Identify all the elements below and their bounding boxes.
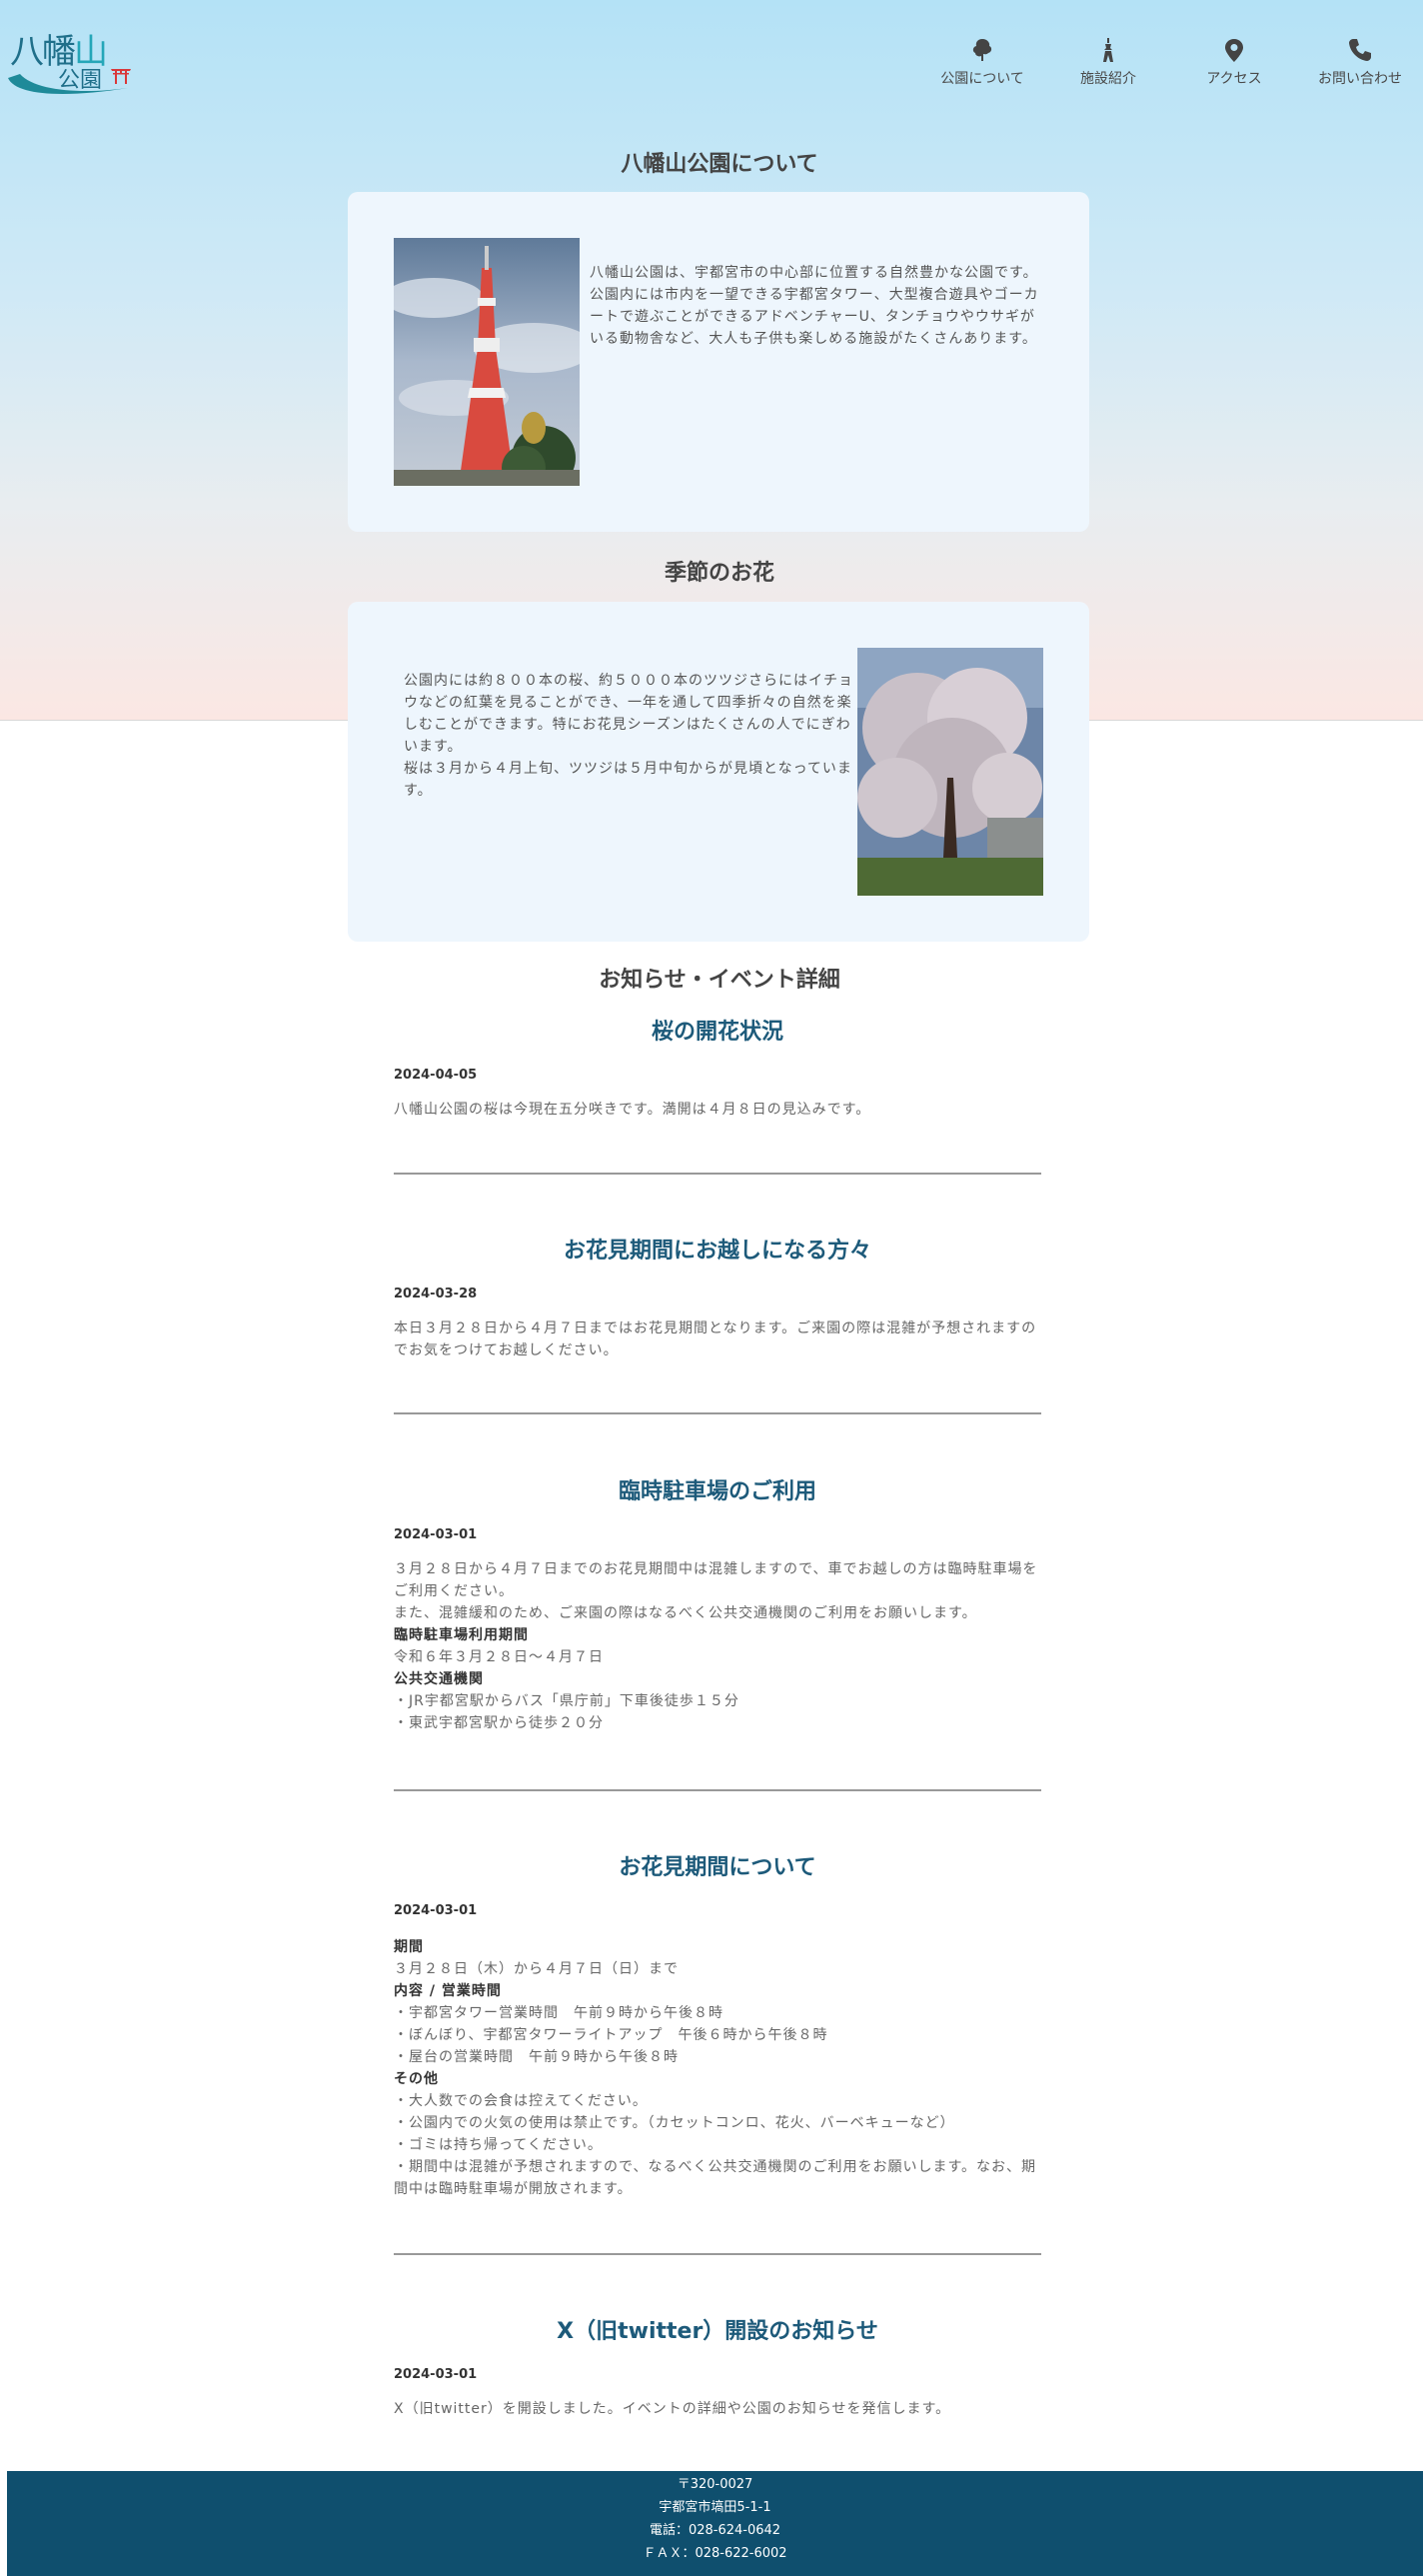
news-line: ・期間中は混雑が予想されますので、なるべく公共交通機関のご利用をお願いします。な… (394, 2159, 1037, 2197)
news-line: ・宇都宮タワー営業時間 午前９時から午後８時 (394, 2005, 723, 2021)
news-item-sakura-status: 桜の開花状況 2024-04-05 八幡山公園の桜は今現在五分咲きです。満開は４… (394, 1014, 1041, 1121)
news-date: 2024-03-01 (394, 1527, 478, 1542)
news-title[interactable]: X（旧twitter）開設のお知らせ (394, 2313, 1041, 2345)
news-line: ・JR宇都宮駅からバス「県庁前」下車後徒歩１５分 (394, 1693, 739, 1709)
site-footer: 〒320-0027 宇都宮市塙田5-1-1 電話：028-624-0642 ＦＡ… (7, 2471, 1423, 2576)
nav-label-facilities: 施設紹介 (1080, 71, 1136, 87)
news-line: 本日３月２８日から４月７日まではお花見期間となります。ご来園の際は混雑が予想され… (394, 1320, 1037, 1358)
footer-address: 宇都宮市塙田5-1-1 (659, 2500, 771, 2515)
news-item-x-account: X（旧twitter）開設のお知らせ 2024-03-01 X（旧twitter… (394, 2313, 1041, 2420)
news-body: ３月２８日から４月７日までのお花見期間中は混雑しますので、車でお越しの方は臨時駐… (394, 1558, 1041, 1734)
news-section-title: お知らせ・イベント詳細 (599, 968, 840, 993)
news-date: 2024-03-01 (394, 1903, 478, 1918)
news-divider (394, 1173, 1041, 1175)
footer-phone: 電話：028-624-0642 (649, 2523, 781, 2538)
news-title[interactable]: お花見期間について (394, 1849, 1041, 1881)
news-line: ３月２８日（木）から４月７日（日）まで (394, 1961, 679, 1977)
nav-label-access: アクセス (1206, 71, 1262, 87)
news-date: 2024-03-01 (394, 2367, 478, 2382)
news-divider (394, 2253, 1041, 2255)
news-line: ３月２８日から４月７日までのお花見期間中は混雑しますので、車でお越しの方は臨時駐… (394, 1561, 1038, 1599)
news-line: ・ゴミは持ち帰ってください。 (394, 2137, 603, 2153)
flowers-section-title: 季節のお花 (664, 561, 774, 586)
news-subheading: 期間 (394, 1939, 424, 1955)
news-body: 期間 ３月２８日（木）から４月７日（日）まで 内容 / 営業時間 ・宇都宮タワー… (394, 1936, 1041, 2200)
news-divider (394, 1412, 1041, 1414)
news-body: 八幡山公園の桜は今現在五分咲きです。満開は４月８日の見込みです。 (394, 1099, 1041, 1121)
flowers-text-2: 桜は３月から４月上旬、ツツジは５月中旬からが見頃となっています。 (404, 761, 852, 799)
tower-icon (1103, 38, 1113, 62)
news-line: また、混雑緩和のため、ご来園の際はなるべく公共交通機関のご利用をお願いします。 (394, 1605, 977, 1621)
cherry-blossom-photo (857, 648, 1043, 896)
flowers-text: 公園内には約８００本の桜、約５０００本のツツジさらにはイチョウなどの紅葉を見るこ… (404, 670, 853, 802)
about-text: 八幡山公園は、宇都宮市の中心部に位置する自然豊かな公園です。公園内には市内を一望… (590, 265, 1039, 347)
nav-item-access[interactable]: アクセス (1171, 36, 1297, 88)
news-title[interactable]: お花見期間にお越しになる方々 (394, 1233, 1041, 1265)
tower-photo (394, 238, 580, 486)
news-body: X（旧twitter）を開設しました。イベントの詳細や公園のお知らせを発信します… (394, 2398, 1041, 2420)
news-item-hanami-period: お花見期間について 2024-03-01 期間 ３月２８日（木）から４月７日（日… (394, 1849, 1041, 2200)
news-divider (394, 1789, 1041, 1791)
main-nav: 公園について 施設紹介 アクセス お問い合わせ (919, 36, 1423, 88)
nav-item-about[interactable]: 公園について (919, 36, 1045, 88)
footer-postal-code: 〒320-0027 (677, 2477, 753, 2492)
map-pin-icon (1225, 39, 1243, 62)
nav-label-about: 公園について (940, 71, 1024, 87)
news-title[interactable]: 桜の開花状況 (394, 1014, 1041, 1046)
about-card: 八幡山公園は、宇都宮市の中心部に位置する自然豊かな公園です。公園内には市内を一望… (348, 192, 1089, 532)
nav-item-facilities[interactable]: 施設紹介 (1045, 36, 1171, 88)
phone-icon (1349, 39, 1371, 61)
tree-icon (972, 39, 992, 61)
news-subheading: 臨時駐車場利用期間 (394, 1627, 529, 1643)
news-title[interactable]: 臨時駐車場のご利用 (394, 1473, 1041, 1505)
news-line: X（旧twitter）を開設しました。イベントの詳細や公園のお知らせを発信します… (394, 2401, 951, 2417)
news-date: 2024-04-05 (394, 1068, 478, 1083)
news-line: ・東武宇都宮駅から徒歩２０分 (394, 1715, 604, 1731)
news-item-temporary-parking: 臨時駐車場のご利用 2024-03-01 ３月２８日から４月７日までのお花見期間… (394, 1473, 1041, 1734)
news-body: 本日３月２８日から４月７日まではお花見期間となります。ご来園の際は混雑が予想され… (394, 1317, 1041, 1361)
site-logo[interactable]: 八幡山 公園 (6, 22, 136, 102)
news-date: 2024-03-28 (394, 1287, 478, 1301)
flowers-text-1: 公園内には約８００本の桜、約５０００本のツツジさらにはイチョウなどの紅葉を見るこ… (404, 673, 853, 755)
footer-fax: ＦＡＸ：028-622-6002 (643, 2546, 787, 2561)
news-subheading: 内容 / 営業時間 (394, 1983, 502, 1999)
news-subheading: その他 (394, 2071, 439, 2087)
news-line: 令和６年３月２８日～４月７日 (394, 1649, 604, 1665)
logo-text-bottom: 公園 (58, 68, 103, 93)
about-section-title: 八幡山公園について (621, 152, 818, 177)
news-line: ・公園内での火気の使用は禁止です。（カセットコンロ、花火、バーベキューなど） (394, 2115, 955, 2131)
nav-label-contact: お問い合わせ (1318, 71, 1402, 87)
news-line: ・大人数での会食は控えてください。 (394, 2093, 648, 2109)
news-line: ・屋台の営業時間 午前９時から午後８時 (394, 2049, 679, 2065)
flowers-card: 公園内には約８００本の桜、約５０００本のツツジさらにはイチョウなどの紅葉を見るこ… (348, 602, 1089, 942)
news-line: ・ぼんぼり、宇都宮タワーライトアップ 午後６時から午後８時 (394, 2027, 828, 2043)
nav-item-contact[interactable]: お問い合わせ (1297, 36, 1423, 88)
site-header: 八幡山 公園 公園について 施設紹介 アクセス お問い合わせ (0, 0, 1423, 110)
news-item-hanami-visitors: お花見期間にお越しになる方々 2024-03-28 本日３月２８日から４月７日ま… (394, 1233, 1041, 1361)
torii-icon (110, 66, 132, 89)
news-subheading: 公共交通機関 (394, 1671, 484, 1687)
news-line: 八幡山公園の桜は今現在五分咲きです。満開は４月８日の見込みです。 (394, 1102, 871, 1118)
